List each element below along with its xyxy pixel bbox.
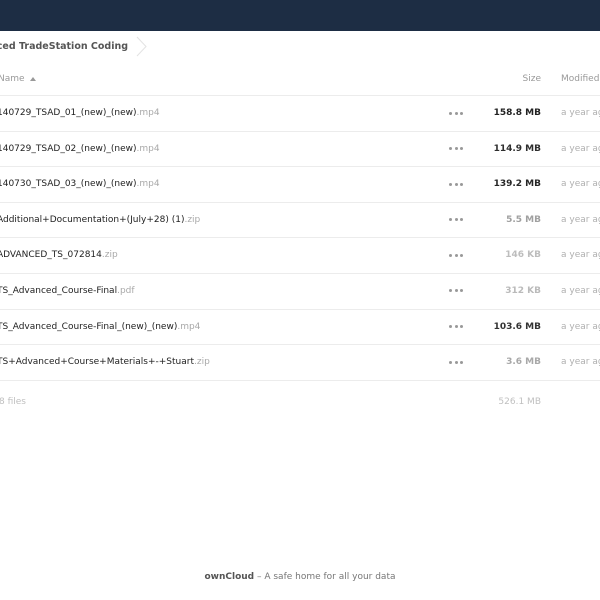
file-row[interactable]: 140729_TSAD_01_(new)_(new).mp4 158.8 MB a …: [0, 96, 600, 132]
file-basename: TS_Advanced_Course-Final_(new)_(new): [0, 321, 178, 332]
file-modified: a year ago: [561, 250, 600, 261]
file-size: 114.9 MB: [493, 143, 541, 154]
file-modified: a year ago: [561, 285, 600, 296]
footer-tagline: – A safe home for all your data: [254, 572, 396, 582]
more-horizontal-icon[interactable]: [449, 143, 463, 155]
file-row[interactable]: 140730_TSAD_03_(new)_(new).mp4 139.2 MB a …: [0, 167, 600, 203]
breadcrumb-current-folder[interactable]: nced TradeStation Coding: [0, 41, 128, 52]
file-list-summary: 8 files 526.1 MB: [0, 395, 600, 411]
sort-by-size-header[interactable]: Size: [523, 74, 541, 84]
file-basename: 140729_TSAD_01_(new)_(new): [0, 108, 137, 118]
file-name-link[interactable]: TS_Advanced_Course-Final.pdf: [0, 286, 135, 296]
sort-by-name-header[interactable]: Name: [0, 74, 36, 84]
footer: ownCloud – A safe home for all your data: [0, 572, 600, 582]
sort-ascending-icon: [29, 77, 36, 81]
file-name-link[interactable]: TS+Advanced+Course+Materials+-+Stuart.zi…: [0, 357, 210, 367]
more-horizontal-icon[interactable]: [449, 249, 463, 261]
file-basename: 140730_TSAD_03_(new)_(new): [0, 179, 137, 190]
breadcrumb: nced TradeStation Coding: [0, 31, 600, 62]
file-extension: .pdf: [117, 285, 135, 296]
file-extension: .mp4: [177, 321, 201, 332]
file-size: 5.5 MB: [506, 214, 541, 225]
file-list-header: Name Size Modified: [0, 62, 600, 96]
file-row[interactable]: 140729_TSAD_02_(new)_(new).mp4 114.9 MB a …: [0, 132, 600, 168]
file-row[interactable]: TS_Advanced_Course-Final.pdf 312 KB a year…: [0, 274, 600, 310]
more-horizontal-icon[interactable]: [449, 214, 463, 226]
file-row[interactable]: TS+Advanced+Course+Materials+-+Stuart.zi…: [0, 345, 600, 381]
more-horizontal-icon[interactable]: [449, 356, 463, 368]
files-app: nced TradeStation Coding Name Size Modif…: [0, 0, 600, 600]
file-modified: a year ago: [561, 321, 600, 332]
file-extension: .mp4: [136, 108, 160, 118]
more-horizontal-icon[interactable]: [449, 178, 463, 190]
file-name-link[interactable]: ADVANCED_TS_072814.zip: [0, 250, 118, 260]
file-row[interactable]: TS_Advanced_Course-Final_(new)_(new).mp4…: [0, 310, 600, 346]
file-row[interactable]: Additional+Documentation+(July+28) (1).z…: [0, 203, 600, 239]
footer-brand-link[interactable]: ownCloud: [204, 572, 254, 582]
file-row[interactable]: ADVANCED_TS_072814.zip 146 KB a year ago: [0, 238, 600, 274]
more-horizontal-icon[interactable]: [449, 285, 463, 297]
more-horizontal-icon[interactable]: [449, 107, 463, 119]
file-basename: TS+Advanced+Course+Materials+-+Stuart: [0, 357, 194, 368]
file-count: 8 files: [0, 397, 26, 407]
total-size: 526.1 MB: [498, 397, 541, 407]
file-size: 158.8 MB: [493, 108, 541, 118]
file-basename: TS_Advanced_Course-Final: [0, 285, 118, 296]
breadcrumb-chevron-icon: [136, 36, 147, 57]
more-horizontal-icon[interactable]: [449, 321, 463, 333]
file-size: 103.6 MB: [493, 321, 541, 332]
file-extension: .mp4: [136, 179, 160, 190]
file-name-link[interactable]: 140729_TSAD_02_(new)_(new).mp4: [0, 144, 160, 154]
file-extension: .zip: [193, 357, 210, 368]
file-name-link[interactable]: TS_Advanced_Course-Final_(new)_(new).mp4: [0, 322, 200, 332]
file-basename: Additional+Documentation+(July+28) (1): [0, 214, 185, 225]
file-name-link[interactable]: 140729_TSAD_01_(new)_(new).mp4: [0, 108, 160, 118]
file-modified: a year ago: [561, 357, 600, 368]
file-modified: a year ago: [561, 108, 600, 118]
file-extension: .zip: [184, 214, 201, 225]
file-modified: a year ago: [561, 214, 600, 225]
file-size: 146 KB: [505, 250, 541, 261]
file-size: 139.2 MB: [493, 179, 541, 190]
file-basename: 140729_TSAD_02_(new)_(new): [0, 143, 137, 154]
file-size: 312 KB: [505, 285, 541, 296]
file-list: 140729_TSAD_01_(new)_(new).mp4 158.8 MB a …: [0, 96, 600, 381]
file-name-link[interactable]: 140730_TSAD_03_(new)_(new).mp4: [0, 179, 160, 189]
file-extension: .mp4: [136, 143, 160, 154]
file-extension: .zip: [101, 250, 118, 261]
name-column-label: Name: [0, 74, 25, 84]
file-modified: a year ago: [561, 179, 600, 190]
sort-by-modified-header[interactable]: Modified: [561, 74, 599, 84]
file-modified: a year ago: [561, 143, 600, 154]
file-size: 3.6 MB: [506, 357, 541, 368]
top-header-bar: [0, 0, 600, 31]
file-name-link[interactable]: Additional+Documentation+(July+28) (1).z…: [0, 215, 200, 225]
file-basename: ADVANCED_TS_072814: [0, 250, 102, 261]
